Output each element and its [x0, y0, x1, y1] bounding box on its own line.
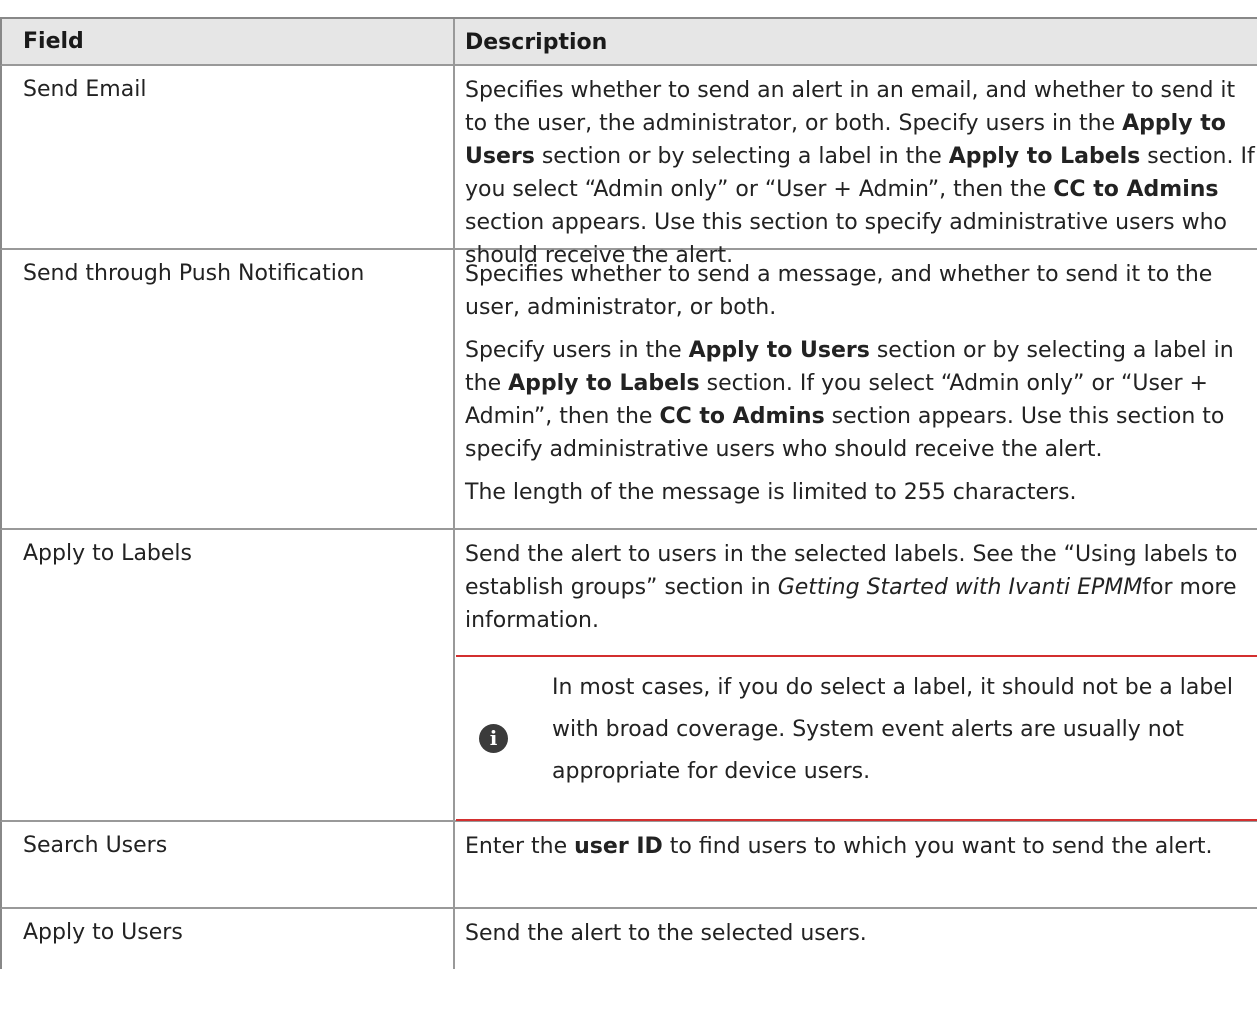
- field-description: Enter the user ID to find users to which…: [465, 834, 1213, 859]
- info-icon: i: [479, 724, 508, 753]
- bold-term: Apply to Labels: [508, 371, 700, 396]
- field-name: Apply to Labels: [2, 530, 455, 820]
- table-header-row: Field Description: [0, 17, 1257, 66]
- field-name: Search Users: [2, 822, 455, 907]
- field-description: Specifies whether to send an alert in an…: [465, 78, 1255, 268]
- bold-term: CC to Admins: [659, 404, 825, 429]
- field-description-table: Field Description Send Email Specifies w…: [0, 17, 1257, 969]
- table-row: Apply to Labels Send the alert to users …: [0, 530, 1257, 822]
- header-field: Field: [2, 19, 455, 64]
- table-row: Apply to Users Send the alert to the sel…: [0, 909, 1257, 969]
- doc-title: Getting Started with Ivanti EPMM: [777, 575, 1143, 600]
- field-description: Specifies whether to send a message, and…: [465, 262, 1234, 505]
- bold-term: Apply to Users: [688, 338, 870, 363]
- header-description: Description: [465, 30, 608, 55]
- table-row: Search Users Enter the user ID to find u…: [0, 822, 1257, 909]
- bold-term: Apply to Labels: [948, 144, 1141, 169]
- field-name: Send Email: [2, 66, 455, 248]
- bold-term: CC to Admins: [1053, 177, 1219, 202]
- bold-term: user ID: [574, 834, 663, 859]
- info-note: i In most cases, if you do select a labe…: [456, 655, 1257, 821]
- table-row: Send Email Specifies whether to send an …: [0, 66, 1257, 268]
- field-name: Apply to Users: [2, 909, 455, 969]
- field-name: Send through Push Notification: [2, 250, 455, 528]
- table-row: Send through Push Notification Specifies…: [0, 250, 1257, 530]
- note-text: In most cases, if you do select a label,…: [552, 675, 1233, 784]
- field-description: Send the alert to users in the selected …: [455, 530, 1257, 821]
- field-description: Send the alert to the selected users.: [465, 921, 867, 946]
